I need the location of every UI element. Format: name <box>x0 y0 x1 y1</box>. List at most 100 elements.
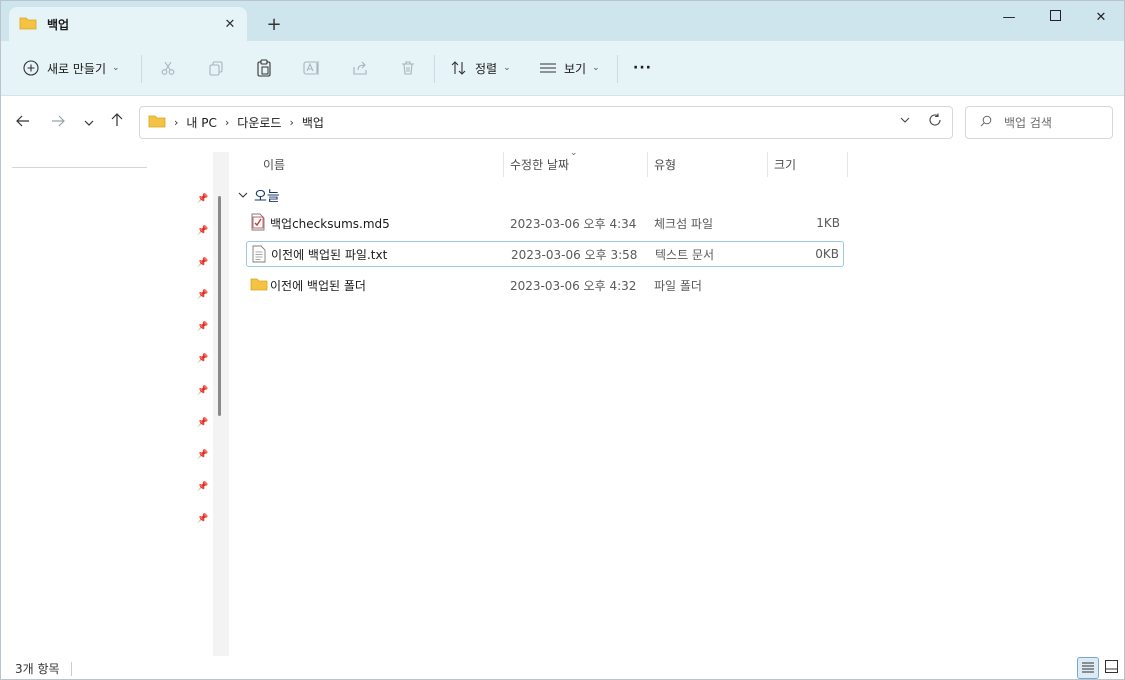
sort-arrows-icon <box>449 58 469 78</box>
recent-locations-button[interactable] <box>78 111 100 133</box>
pin-icon[interactable]: 📌 <box>197 513 209 525</box>
search-input[interactable]: 백업 검색 <box>1004 114 1052 131</box>
new-tab-button[interactable]: + <box>263 13 285 35</box>
address-bar[interactable]: › 내 PC › 다운로드 › 백업 <box>139 106 953 139</box>
search-box[interactable]: 백업 검색 <box>965 106 1113 139</box>
sort-button[interactable]: 정렬 ⌄ <box>449 53 511 83</box>
breadcrumb-downloads[interactable]: 다운로드 <box>237 114 281 131</box>
breadcrumb-backup[interactable]: 백업 <box>302 114 324 131</box>
pin-icon[interactable]: 📌 <box>197 385 209 397</box>
file-name: 백업checksums.md5 <box>270 216 390 231</box>
file-name: 이전에 백업된 파일.txt <box>271 247 388 262</box>
breadcrumb-separator-icon: › <box>224 116 230 129</box>
pin-icon[interactable]: 📌 <box>197 353 209 365</box>
forward-button[interactable] <box>47 111 69 133</box>
file-type: 텍스트 문서 <box>655 247 715 262</box>
pin-icon[interactable]: 📌 <box>197 193 209 205</box>
column-header-date[interactable]: 수정한 날짜 <box>510 156 569 173</box>
file-date: 2023-03-06 오후 3:58 <box>511 247 638 262</box>
file-size: 1KB <box>816 216 840 230</box>
file-size: 0KB <box>815 247 839 261</box>
pin-icon[interactable]: 📌 <box>197 289 209 301</box>
details-view-icon <box>1081 661 1095 676</box>
new-button[interactable]: 새로 만들기 ⌄ <box>21 53 120 83</box>
tab-backup[interactable]: 백업 ✕ <box>9 7 247 41</box>
breadcrumb-separator-icon: › <box>174 116 179 129</box>
breadcrumb-separator-icon: › <box>289 116 294 129</box>
up-button[interactable] <box>106 111 128 133</box>
column-header-size[interactable]: 크기 <box>774 156 796 173</box>
file-row[interactable]: 백업checksums.md5 2023-03-06 오후 4:34 체크섬 파… <box>246 210 844 236</box>
command-bar: 새로 만들기 ⌄ 정렬 ⌄ 보기 ⌄ ··· <box>1 41 1124 96</box>
file-row[interactable]: 이전에 백업된 파일.txt 2023-03-06 오후 3:58 텍스트 문서… <box>246 241 844 267</box>
refresh-icon[interactable] <box>928 113 942 131</box>
clipboard-icon <box>254 58 274 78</box>
search-icon <box>980 115 992 130</box>
share-button[interactable] <box>350 53 370 83</box>
column-header-name[interactable]: 이름 <box>263 156 285 173</box>
pin-icon[interactable]: 📌 <box>197 225 209 237</box>
chevron-down-icon: ⌄ <box>503 63 511 73</box>
column-divider[interactable] <box>847 152 848 177</box>
sort-button-label: 정렬 <box>475 61 498 76</box>
copy-button[interactable] <box>206 53 226 83</box>
back-button[interactable] <box>12 111 34 133</box>
tab-close-icon[interactable]: ✕ <box>221 15 239 33</box>
toolbar-divider <box>141 55 142 83</box>
chevron-down-icon <box>238 191 248 202</box>
navigation-pane: 📌 📌 📌 📌 📌 📌 📌 📌 📌 📌 📌 <box>1 148 229 657</box>
column-divider[interactable] <box>503 152 504 177</box>
close-window-button[interactable]: ✕ <box>1078 1 1124 33</box>
text-file-icon <box>251 245 269 263</box>
navigation-scrollbar[interactable] <box>213 152 229 657</box>
new-button-label: 새로 만들기 <box>47 61 107 76</box>
pin-icon[interactable]: 📌 <box>197 449 209 461</box>
delete-button[interactable] <box>398 53 418 83</box>
file-explorer-window: 백업 ✕ + — ✕ 새로 만들기 ⌄ 정렬 ⌄ 보기 ⌄ ··· › 내 PC… <box>0 0 1125 680</box>
more-options-button[interactable]: ··· <box>633 53 652 83</box>
file-date: 2023-03-06 오후 4:34 <box>510 216 637 231</box>
chevron-down-icon: ⌄ <box>592 63 600 73</box>
toolbar-divider <box>434 55 435 83</box>
pin-icon[interactable]: 📌 <box>197 321 209 333</box>
checksum-file-icon <box>250 213 268 231</box>
folder-icon <box>19 16 37 33</box>
sort-indicator-icon: ⌄ <box>570 148 578 158</box>
maximize-icon <box>1049 9 1061 25</box>
navigation-bar: › 내 PC › 다운로드 › 백업 백업 검색 <box>1 96 1124 148</box>
file-date: 2023-03-06 오후 4:32 <box>510 278 637 293</box>
trash-icon <box>398 58 418 78</box>
folder-icon <box>250 275 268 293</box>
plus-circle-icon <box>21 58 41 78</box>
maximize-button[interactable] <box>1032 1 1078 33</box>
rename-button[interactable] <box>302 53 322 83</box>
pin-icon[interactable]: 📌 <box>197 257 209 269</box>
status-bar: 3개 항목 <box>1 656 1124 679</box>
arrow-up-icon <box>111 113 123 131</box>
navigation-scrollbar-thumb[interactable] <box>218 196 221 416</box>
minimize-button[interactable]: — <box>986 1 1032 33</box>
title-bar: 백업 ✕ + — ✕ <box>1 1 1124 41</box>
toolbar-divider <box>617 55 618 83</box>
arrow-left-icon <box>16 113 30 131</box>
share-icon <box>350 58 370 78</box>
file-type: 파일 폴더 <box>654 278 702 293</box>
address-history-button[interactable] <box>900 114 910 127</box>
pin-icon[interactable]: 📌 <box>197 481 209 493</box>
chevron-down-icon <box>84 113 94 131</box>
file-list: 이름 수정한 날짜 ⌄ 유형 크기 오늘 백업checksums.md5 202… <box>230 148 1124 656</box>
details-view-button[interactable] <box>1077 657 1099 679</box>
tiles-view-button[interactable] <box>1100 657 1122 679</box>
cut-button[interactable] <box>158 53 178 83</box>
pin-icon[interactable]: 📌 <box>197 417 209 429</box>
paste-button[interactable] <box>254 53 274 83</box>
file-row[interactable]: 이전에 백업된 폴더 2023-03-06 오후 4:32 파일 폴더 <box>246 272 844 298</box>
view-button-label: 보기 <box>564 61 587 76</box>
scissors-icon <box>158 58 178 78</box>
group-header-today[interactable]: 오늘 <box>238 186 280 206</box>
column-header-type[interactable]: 유형 <box>654 156 676 173</box>
breadcrumb-this-pc[interactable]: 내 PC <box>186 114 216 131</box>
view-button[interactable]: 보기 ⌄ <box>538 53 600 83</box>
column-divider[interactable] <box>647 152 648 177</box>
column-divider[interactable] <box>767 152 768 177</box>
